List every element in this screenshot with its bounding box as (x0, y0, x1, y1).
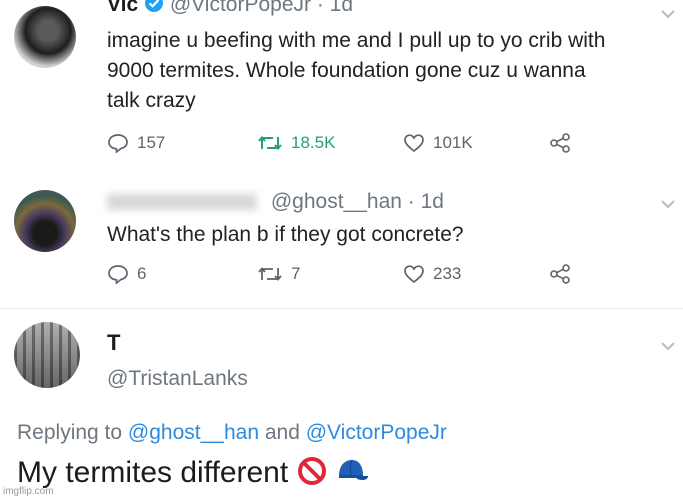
blurred-name (107, 194, 257, 211)
tweet-header: @ghost__han · 1d (107, 190, 444, 214)
avatar[interactable] (14, 6, 76, 68)
heart-icon (403, 264, 425, 284)
share-button[interactable] (549, 133, 573, 153)
heart-icon (403, 133, 425, 153)
display-name[interactable]: Vic (107, 0, 138, 16)
tweet-text: imagine u beefing with me and I pull up … (107, 26, 605, 116)
retweet-button[interactable]: 7 (257, 264, 300, 284)
retweet-count: 7 (291, 264, 301, 283)
share-icon (549, 264, 573, 284)
mention-link[interactable]: @VictorPopeJr (306, 421, 447, 444)
retweet-count: 18.5K (291, 133, 336, 152)
user-handle[interactable]: @TristanLanks (107, 367, 248, 391)
timestamp[interactable]: · 1d (408, 190, 444, 213)
reply-button[interactable]: 157 (107, 133, 165, 153)
avatar[interactable] (14, 190, 76, 252)
like-count: 101K (433, 133, 473, 152)
reply-text: My termites different (17, 456, 369, 494)
user-handle[interactable]: @VictorPopeJr (170, 0, 311, 16)
retweet-button[interactable]: 18.5K (257, 133, 335, 153)
reply-icon (107, 133, 129, 153)
tweet-text-line: talk crazy (107, 89, 196, 112)
tweet-text-line: imagine u beefing with me and I pull up … (107, 29, 606, 52)
tweet-text-line: 9000 termites. Whole foundation gone cuz… (107, 59, 586, 82)
verified-icon (144, 0, 164, 19)
share-button[interactable] (549, 264, 573, 284)
display-name[interactable]: T (107, 330, 120, 356)
share-icon (549, 133, 573, 153)
chevron-down-icon[interactable] (660, 196, 676, 212)
reply-count: 6 (137, 264, 147, 283)
replying-prefix: Replying to (17, 421, 123, 444)
chevron-down-icon[interactable] (660, 6, 676, 22)
mention-link[interactable]: @ghost__han (128, 421, 259, 444)
avatar[interactable] (14, 322, 80, 388)
reply-icon (107, 264, 129, 284)
like-count: 233 (433, 264, 462, 283)
tweet-actions: 157 18.5K 101K (107, 133, 577, 159)
prohibited-emoji-icon (297, 456, 327, 494)
tweet-header: Vic @VictorPopeJr · 1d (107, 0, 353, 19)
timestamp[interactable]: · 1d (317, 0, 353, 16)
reply-button[interactable]: 6 (107, 264, 146, 284)
replying-to: Replying to @ghost__han and @VictorPopeJ… (17, 421, 447, 445)
tweet-actions: 6 7 233 (107, 264, 577, 290)
divider (0, 308, 683, 309)
cap-emoji-icon (335, 456, 369, 494)
chevron-down-icon[interactable] (660, 338, 676, 354)
like-button[interactable]: 101K (403, 133, 473, 153)
retweet-icon (257, 265, 283, 283)
replying-and: and (264, 421, 300, 444)
tweet-text: What's the plan b if they got concrete? (107, 220, 464, 250)
retweet-icon (257, 134, 283, 152)
reply-count: 157 (137, 133, 166, 152)
watermark: imgflip.com (3, 486, 54, 497)
tweet-text-line: What's the plan b if they got concrete? (107, 223, 464, 246)
reply-text-content: My termites different (17, 456, 289, 489)
user-handle[interactable]: @ghost__han (271, 190, 402, 213)
like-button[interactable]: 233 (403, 264, 461, 284)
